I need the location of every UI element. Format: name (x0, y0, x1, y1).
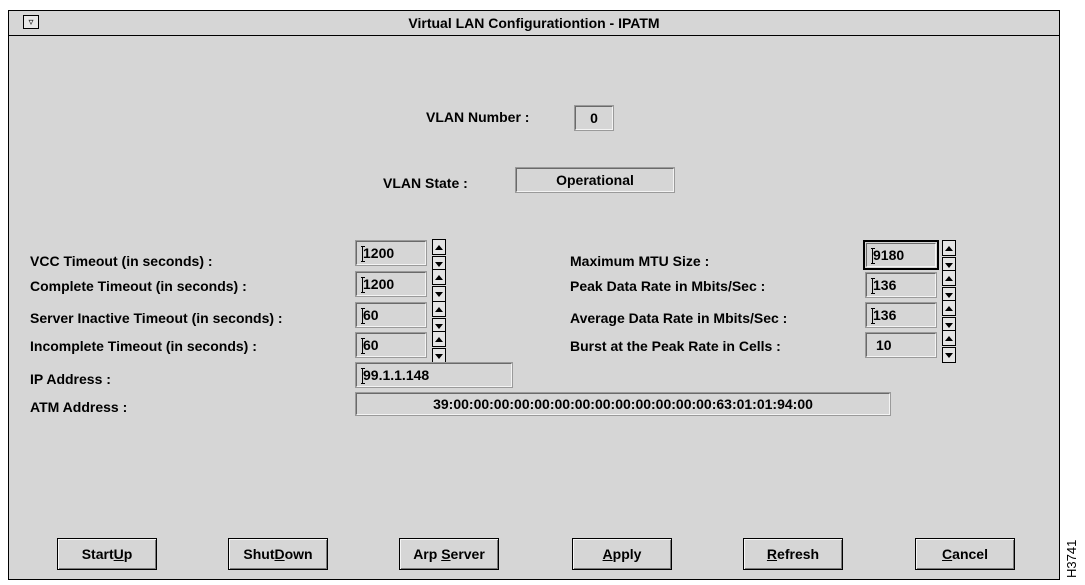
peak-rate-input[interactable]: 136 (865, 272, 937, 298)
decrement-arrow-icon[interactable] (432, 286, 446, 302)
vcc-timeout-input[interactable]: 1200 (355, 240, 427, 266)
max-mtu-label: Maximum MTU Size : (570, 253, 710, 269)
increment-arrow-icon[interactable] (942, 330, 956, 346)
text-cursor-icon (361, 277, 365, 293)
atm-address-field: 39:00:00:00:00:00:00:00:00:00:00:00:00:0… (355, 392, 891, 416)
peak-rate-stepper[interactable] (942, 270, 956, 304)
vlan-state-value: Operational (556, 172, 634, 188)
increment-arrow-icon[interactable] (942, 240, 956, 256)
arp-server-button[interactable]: Arp Server (399, 538, 499, 570)
incomplete-timeout-label: Incomplete Timeout (in seconds) : (30, 338, 257, 354)
avg-rate-stepper[interactable] (942, 300, 956, 334)
vlan-number-field: 0 (574, 105, 614, 131)
vlan-number-label: VLAN Number : (426, 109, 530, 125)
decrement-arrow-icon[interactable] (942, 347, 956, 363)
title-bar[interactable]: ▿ Virtual LAN Configurationtion - IPATM (9, 11, 1059, 36)
text-cursor-icon (871, 308, 875, 324)
text-cursor-icon (361, 338, 365, 354)
increment-arrow-icon[interactable] (942, 270, 956, 286)
vlan-state-label: VLAN State : (383, 175, 468, 191)
burst-stepper[interactable] (942, 330, 956, 364)
text-cursor-icon (871, 278, 875, 294)
vlan-number-value: 0 (590, 110, 598, 126)
window-title: Virtual LAN Configurationtion - IPATM (408, 15, 660, 31)
startup-button[interactable]: Start Up (57, 538, 157, 570)
ip-address-value: 99.1.1.148 (363, 367, 430, 383)
ip-address-input[interactable]: 99.1.1.148 (355, 362, 513, 388)
complete-timeout-input[interactable]: 1200 (355, 271, 427, 297)
figure-id-label: H3741 (1064, 539, 1079, 578)
max-mtu-stepper[interactable] (942, 240, 956, 274)
burst-input[interactable]: 10 (865, 332, 937, 358)
burst-label: Burst at the Peak Rate in Cells : (570, 338, 781, 354)
shutdown-button[interactable]: Shut Down (228, 538, 328, 570)
text-cursor-icon (361, 246, 365, 262)
vlan-config-window: ▿ Virtual LAN Configurationtion - IPATM … (8, 10, 1060, 580)
text-cursor-icon (871, 248, 875, 264)
peak-rate-label: Peak Data Rate in Mbits/Sec : (570, 278, 766, 294)
atm-address-value: 39:00:00:00:00:00:00:00:00:00:00:00:00:0… (433, 396, 813, 412)
avg-rate-label: Average Data Rate in Mbits/Sec : (570, 310, 788, 326)
increment-arrow-icon[interactable] (942, 300, 956, 316)
server-inactive-timeout-label: Server Inactive Timeout (in seconds) : (30, 310, 283, 326)
max-mtu-input[interactable]: 9180 (863, 240, 939, 270)
window-menu-icon[interactable]: ▿ (23, 15, 39, 29)
complete-timeout-label: Complete Timeout (in seconds) : (30, 278, 247, 294)
avg-rate-input[interactable]: 136 (865, 302, 937, 328)
server-inactive-timeout-input[interactable]: 60 (355, 302, 427, 328)
increment-arrow-icon[interactable] (432, 239, 446, 255)
decrement-arrow-icon[interactable] (432, 348, 446, 364)
cancel-button[interactable]: Cancel (915, 538, 1015, 570)
increment-arrow-icon[interactable] (432, 301, 446, 317)
vcc-timeout-stepper[interactable] (432, 239, 446, 273)
incomplete-timeout-input[interactable]: 60 (355, 332, 427, 358)
increment-arrow-icon[interactable] (432, 331, 446, 347)
apply-button[interactable]: Apply (572, 538, 672, 570)
ip-address-label: IP Address : (30, 371, 111, 387)
increment-arrow-icon[interactable] (432, 269, 446, 285)
vlan-state-field: Operational (515, 167, 675, 193)
text-cursor-icon (361, 368, 365, 384)
text-cursor-icon (361, 308, 365, 324)
burst-value: 10 (876, 337, 892, 353)
incomplete-timeout-stepper[interactable] (432, 331, 446, 365)
vcc-timeout-label: VCC Timeout (in seconds) : (30, 253, 213, 269)
server-inactive-timeout-stepper[interactable] (432, 301, 446, 335)
atm-address-label: ATM Address : (30, 399, 128, 415)
refresh-button[interactable]: Refresh (743, 538, 843, 570)
complete-timeout-stepper[interactable] (432, 269, 446, 303)
